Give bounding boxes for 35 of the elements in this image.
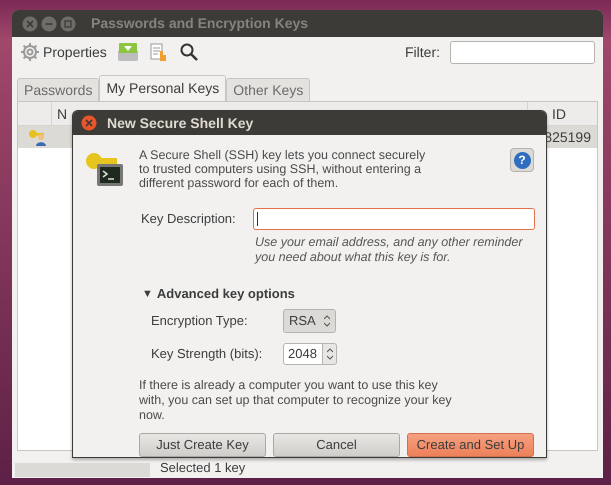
key-person-icon (28, 128, 48, 146)
setup-text: If there is already a computer you want to use this key with, you can set up that computer to recognize your key now. (139, 378, 453, 422)
key-description-field[interactable] (253, 208, 535, 230)
tab[interactable]: Passwords (17, 78, 100, 101)
maximize-button[interactable] (60, 16, 76, 32)
properties-button[interactable]: Properties (20, 42, 107, 62)
key-description-label: Key Description: (141, 210, 237, 228)
advanced-options-label[interactable]: Advanced key options (156, 284, 295, 304)
window-title: Passwords and Encryption Keys (91, 14, 308, 33)
dialog-button[interactable]: Just Create Key (139, 432, 266, 456)
dialog-button[interactable]: Cancel (273, 432, 400, 456)
expander-arrow[interactable]: ▼ (142, 286, 153, 302)
hint-text: Use your email address, and any other reminder you need about what this key is for. (255, 235, 524, 265)
intro-text: A Secure Shell (SSH) key lets you connect securely to trusted computers using SSH, without entering a different password for each of them. (139, 148, 426, 190)
tab[interactable]: My Personal Keys (99, 75, 226, 101)
tab[interactable]: Other Keys (226, 78, 310, 101)
help-button[interactable]: ? (510, 148, 534, 172)
key-strength-label: Key Strength (bits): (151, 344, 264, 363)
minimize-button[interactable] (41, 16, 57, 32)
dialog-title: New Secure Shell Key (107, 114, 254, 133)
spin-button[interactable] (323, 342, 337, 364)
up-down-icon (324, 314, 330, 326)
gear-icon (20, 42, 40, 62)
key-strength-field[interactable]: 2048 (283, 342, 323, 364)
filter-field[interactable] (450, 40, 595, 64)
filter-label: Filter: (405, 42, 440, 62)
encryption-type-dropdown[interactable]: RSA (283, 308, 336, 332)
up-down-icon (326, 348, 332, 360)
close-button[interactable] (81, 115, 97, 131)
import-icon[interactable] (116, 42, 139, 62)
close-button[interactable] (22, 16, 38, 32)
search-icon[interactable] (178, 42, 199, 62)
encryption-type-label: Encryption Type: (151, 312, 249, 330)
status-text: Selected 1 key (160, 458, 246, 477)
dialog-button[interactable]: Create and Set Up (407, 432, 534, 456)
